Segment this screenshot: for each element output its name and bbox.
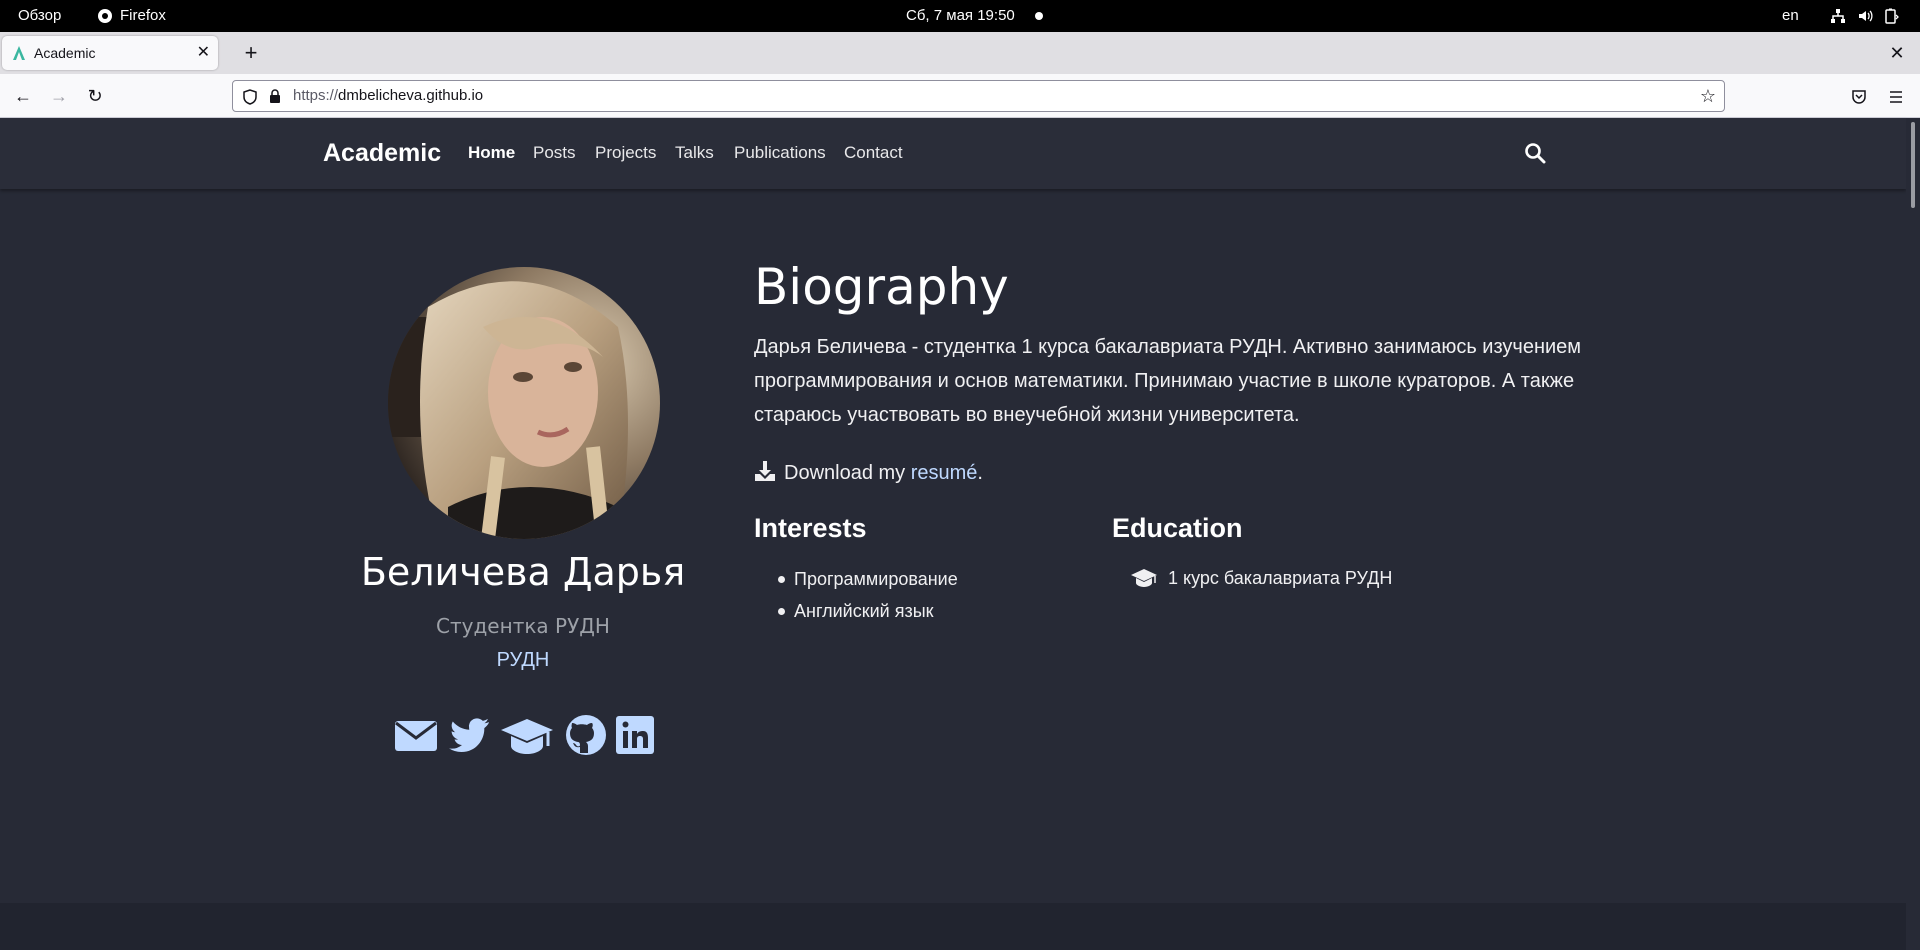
graduation-cap-icon[interactable]	[500, 713, 554, 757]
interests-title: Interests	[754, 513, 867, 543]
navigation-toolbar: ← → ↻ https://dmbelicheva.github.io ☆	[0, 74, 1920, 118]
back-arrow-icon[interactable]: ←	[8, 81, 38, 111]
clock[interactable]: Сб, 7 мая 19:50	[906, 0, 1015, 32]
social-links	[395, 713, 655, 759]
scrollbar-thumb[interactable]	[1911, 122, 1915, 208]
download-suffix: .	[977, 462, 983, 484]
nav-link-talks[interactable]: Talks	[675, 118, 714, 188]
volume-icon[interactable]	[1857, 8, 1873, 24]
tab-strip: Academic ✕ + ✕	[0, 32, 1920, 74]
download-prefix: Download my	[784, 462, 911, 484]
lock-icon[interactable]	[269, 89, 281, 104]
system-top-bar: Обзор Firefox Сб, 7 мая 19:50 en	[0, 0, 1920, 32]
network-icon[interactable]	[1830, 8, 1846, 24]
tab-title: Academic	[34, 45, 96, 61]
site-navbar: Academic Home Posts Projects Talks Publi…	[0, 118, 1906, 189]
download-icon	[755, 461, 775, 481]
biography-title: Biography	[754, 258, 1009, 316]
person-role: Студентка РУДН	[436, 614, 610, 638]
footer-band	[0, 903, 1906, 950]
browser-tab[interactable]: Academic ✕	[2, 36, 218, 70]
site-brand[interactable]: Academic	[323, 118, 441, 188]
keyboard-layout-indicator[interactable]: en	[1782, 0, 1799, 32]
person-organization[interactable]: РУДН	[323, 649, 723, 672]
twitter-icon[interactable]	[448, 713, 490, 757]
page-scrollbar[interactable]	[1906, 118, 1920, 950]
nav-link-posts[interactable]: Posts	[533, 118, 576, 188]
url-text: https://dmbelicheva.github.io	[293, 87, 484, 104]
search-icon[interactable]	[1524, 142, 1546, 164]
resume-link[interactable]: resumé	[911, 462, 978, 484]
avatar	[388, 267, 660, 539]
nav-link-contact[interactable]: Contact	[844, 118, 903, 188]
moon-icon[interactable]	[1565, 142, 1587, 164]
web-page: Academic Home Posts Projects Talks Publi…	[0, 118, 1906, 950]
activities-button[interactable]: Обзор	[18, 0, 61, 32]
envelope-icon[interactable]	[395, 713, 437, 757]
reload-icon[interactable]: ↻	[80, 81, 110, 111]
battery-icon[interactable]	[1883, 8, 1899, 24]
list-item: Английский язык	[778, 595, 958, 627]
hamburger-menu-icon[interactable]	[1888, 89, 1904, 105]
biography-text: Дарья Беличева - студентка 1 курса бакал…	[754, 336, 1582, 426]
interests-list: Программирование Английский язык	[778, 563, 958, 627]
linkedin-icon[interactable]	[615, 713, 655, 757]
pocket-icon[interactable]	[1851, 89, 1867, 105]
interest-label: Программирование	[794, 569, 958, 589]
interest-label: Английский язык	[794, 601, 934, 621]
person-name: Беличева Дарья	[360, 550, 686, 594]
shield-icon[interactable]	[243, 89, 257, 105]
close-tab-icon[interactable]: ✕	[197, 36, 210, 70]
education-title: Education	[1112, 513, 1243, 543]
forward-arrow-icon[interactable]: →	[44, 81, 74, 111]
notification-dot-icon	[1035, 12, 1043, 20]
firefox-icon	[98, 9, 112, 23]
education-label: 1 курс бакалавриата РУДН	[1168, 568, 1393, 588]
url-bar[interactable]: https://dmbelicheva.github.io ☆	[232, 80, 1725, 112]
new-tab-icon[interactable]: +	[234, 36, 268, 70]
graduation-cap-icon	[1131, 569, 1157, 587]
bookmark-star-icon[interactable]: ☆	[1700, 81, 1716, 111]
academic-favicon-icon	[13, 46, 25, 60]
github-icon[interactable]	[565, 713, 607, 757]
list-item: Программирование	[778, 563, 958, 595]
app-menu-button[interactable]: Firefox	[120, 0, 166, 32]
download-resume: Download my resumé.	[754, 456, 983, 490]
nav-link-projects[interactable]: Projects	[595, 118, 656, 188]
nav-link-publications[interactable]: Publications	[734, 118, 826, 188]
close-window-icon[interactable]: ✕	[1882, 36, 1912, 70]
nav-link-home[interactable]: Home	[468, 118, 515, 188]
